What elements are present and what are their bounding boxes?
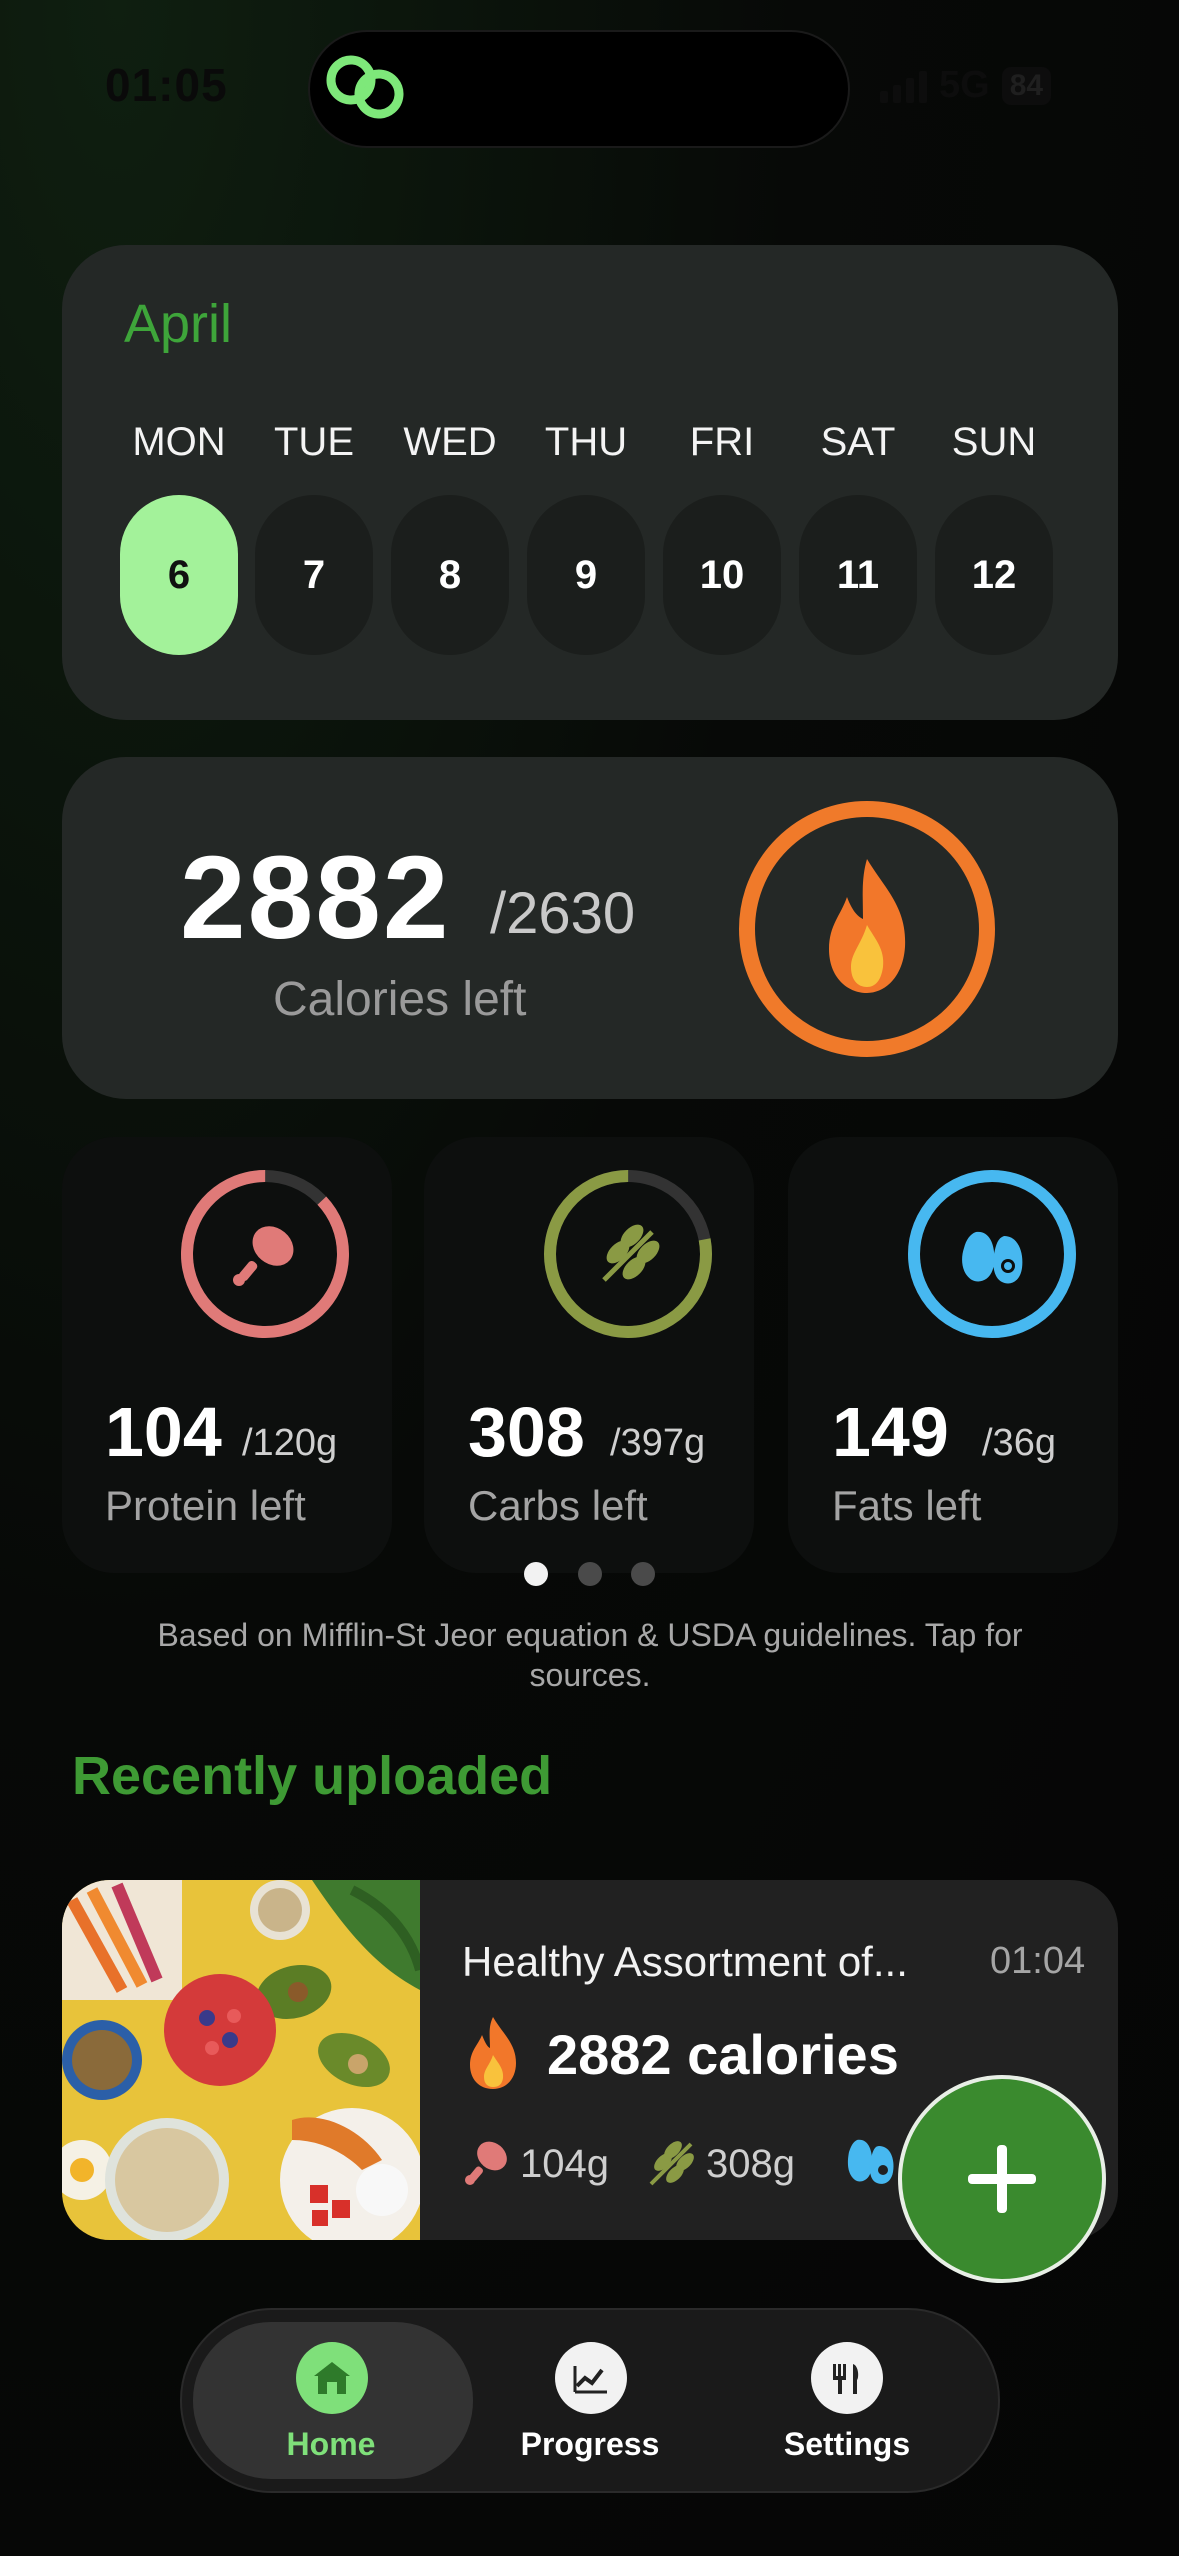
drumstick-icon [233,1226,294,1286]
signal-icon [880,69,927,103]
flame-icon [829,859,906,993]
page-dot-3[interactable] [631,1562,655,1586]
add-food-button[interactable] [898,2075,1106,2283]
protein-goal: /120g [242,1422,338,1464]
home-icon[interactable] [296,2342,368,2414]
food-carbs: 308g [706,2142,795,2186]
link-icon [326,55,404,119]
food-protein: 104g [520,2142,609,2186]
avocado-icon [962,1231,1023,1284]
food-name: Healthy Assortment of... [462,1938,908,1985]
flame-icon [470,2017,516,2089]
day-name-sat: SAT [820,420,896,464]
page-dot-1[interactable] [524,1562,548,1586]
fats-goal: /36g [982,1422,1056,1464]
day-8-button[interactable]: 8 [391,495,509,655]
food-photo [62,1880,420,2240]
protein-value: 104 [105,1393,222,1471]
wheat-icon [602,1224,660,1282]
day-name-sun: SUN [951,420,1037,464]
carbs-value: 308 [468,1393,585,1471]
fork-knife-icon[interactable] [811,2342,883,2414]
day-12-button[interactable]: 12 [935,495,1053,655]
network-label: 5G [939,64,990,106]
page-dot-2[interactable] [578,1562,602,1586]
calories-ring [739,801,995,1057]
fats-ring [908,1170,1076,1338]
nav-home-label[interactable]: Home [231,2426,431,2463]
day-7-button[interactable]: 7 [255,495,373,655]
wheat-icon [649,2141,694,2186]
sources-note[interactable]: Based on Mifflin-St Jeor equation & USDA… [110,1615,1070,1695]
avocado-icon [847,2139,894,2184]
day-name-mon: MON [132,420,226,464]
carbs-label: Carbs left [468,1482,648,1529]
day-9-button[interactable]: 9 [527,495,645,655]
status-time: 01:05 [105,59,228,111]
protein-ring [181,1170,349,1338]
battery-icon: 84 [1001,66,1052,105]
fats-label: Fats left [832,1482,982,1529]
calories-left-value: 2882 [180,832,451,964]
nav-settings-label[interactable]: Settings [747,2426,947,2463]
food-calories: 2882 calories [547,2023,899,2086]
calories-goal: /2630 [490,881,636,946]
status-indicators: 5G 84 [880,64,1052,107]
recently-uploaded-heading: Recently uploaded [72,1746,553,1806]
day-name-fri: FRI [689,420,755,464]
day-11-button[interactable]: 11 [799,495,917,655]
calories-left-label: Calories left [273,973,527,1026]
nav-progress-label[interactable]: Progress [490,2426,690,2463]
carbs-goal: /397g [610,1422,706,1464]
carbs-ring [544,1170,712,1338]
day-name-wed: WED [403,420,497,464]
day-name-thu: THU [544,420,628,464]
plus-icon [968,2145,1036,2213]
fats-value: 149 [832,1393,949,1471]
day-6-button[interactable]: 6 [120,495,238,655]
food-time: 01:04 [990,1940,1086,1982]
day-10-button[interactable]: 10 [663,495,781,655]
month-label: April [124,294,233,354]
protein-label: Protein left [105,1482,306,1529]
chart-icon[interactable] [555,2342,627,2414]
drumstick-icon [465,2141,507,2185]
day-name-tue: TUE [274,420,354,464]
